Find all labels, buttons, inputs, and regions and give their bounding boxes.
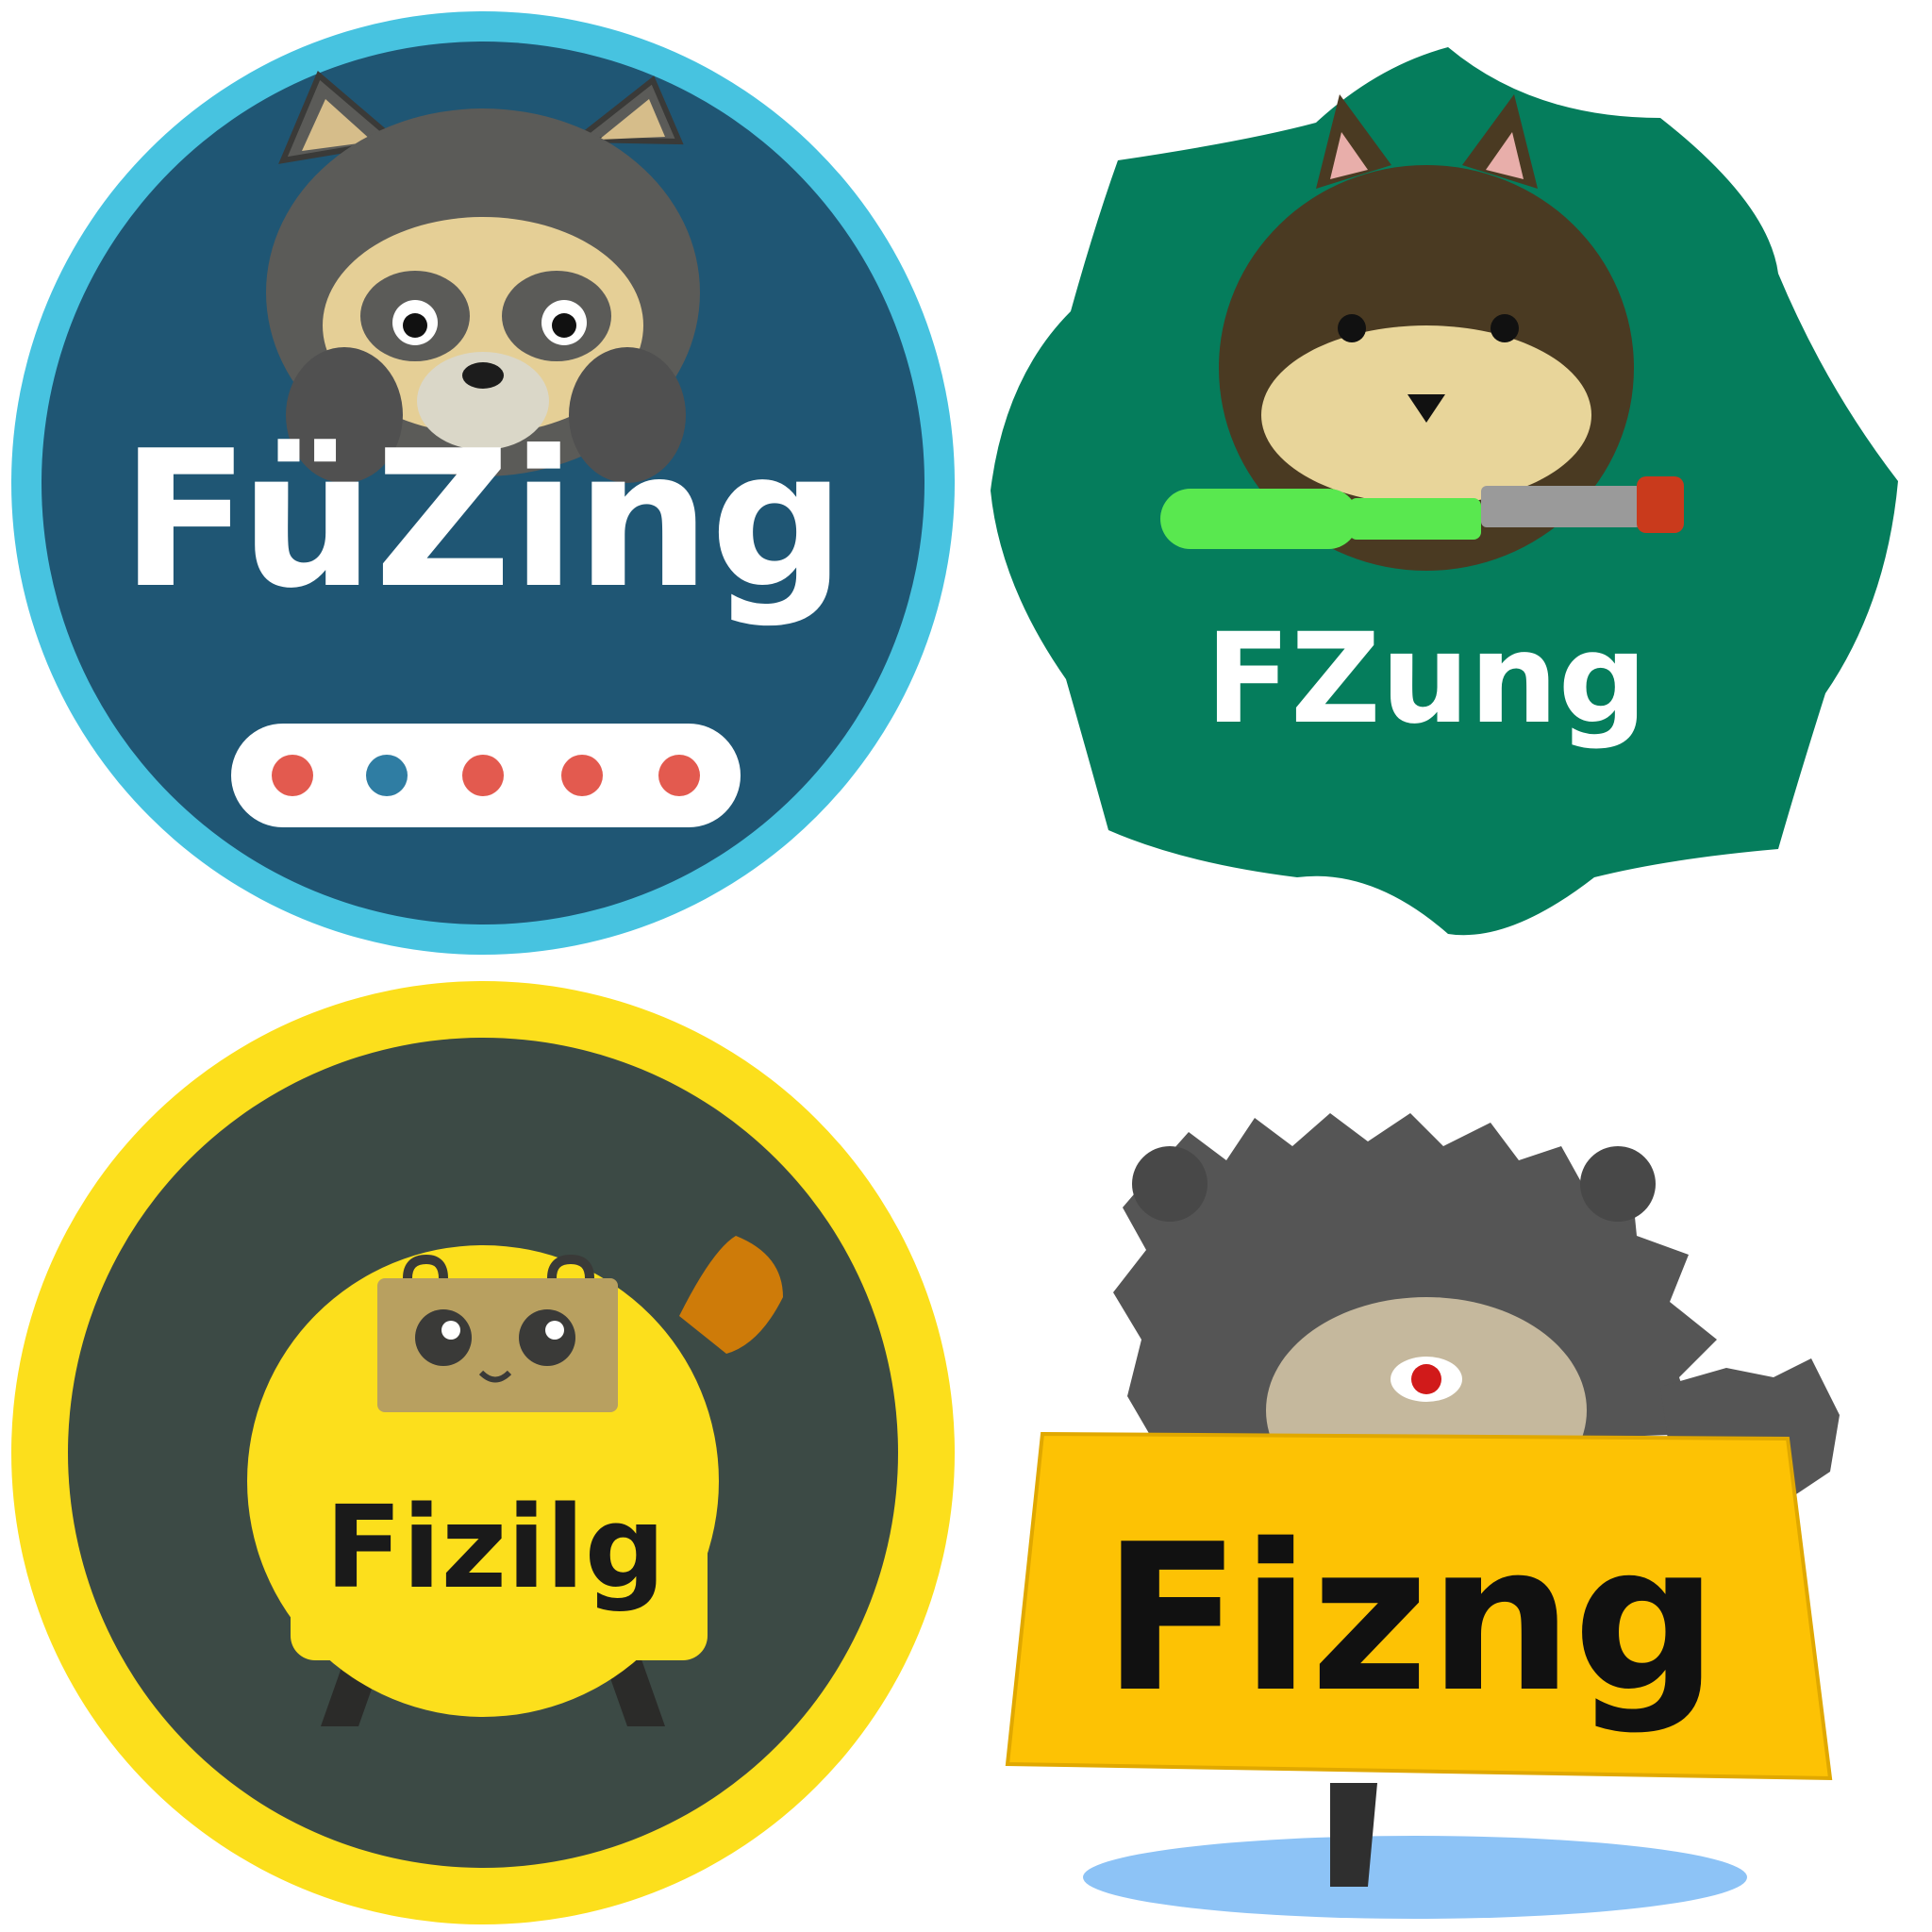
badge-fuzing: FüZing <box>11 11 955 955</box>
indicator-dot <box>462 755 504 796</box>
indicator-dot <box>658 755 700 796</box>
ground-shadow <box>1083 1836 1747 1919</box>
indicator-dot <box>561 755 603 796</box>
indicator-dots <box>231 724 741 827</box>
badge-fizng: Fizng <box>1005 1113 1840 1919</box>
badge-fizilg: Fizilg <box>11 981 955 1924</box>
badge-fzung-wordmark: FZung <box>1206 607 1647 752</box>
badge-fzung: FZung <box>991 47 1898 936</box>
badges-artwork: FüZing FZung Fizilg Fizng <box>11 11 1898 1924</box>
badge-fizilg-wordmark: Fizilg <box>325 1483 665 1614</box>
indicator-dot <box>272 755 313 796</box>
badge-fizng-wordmark: Fizng <box>1103 1500 1719 1737</box>
badge-fuzing-wordmark: FüZing <box>121 410 845 630</box>
indicator-dot <box>366 755 408 796</box>
